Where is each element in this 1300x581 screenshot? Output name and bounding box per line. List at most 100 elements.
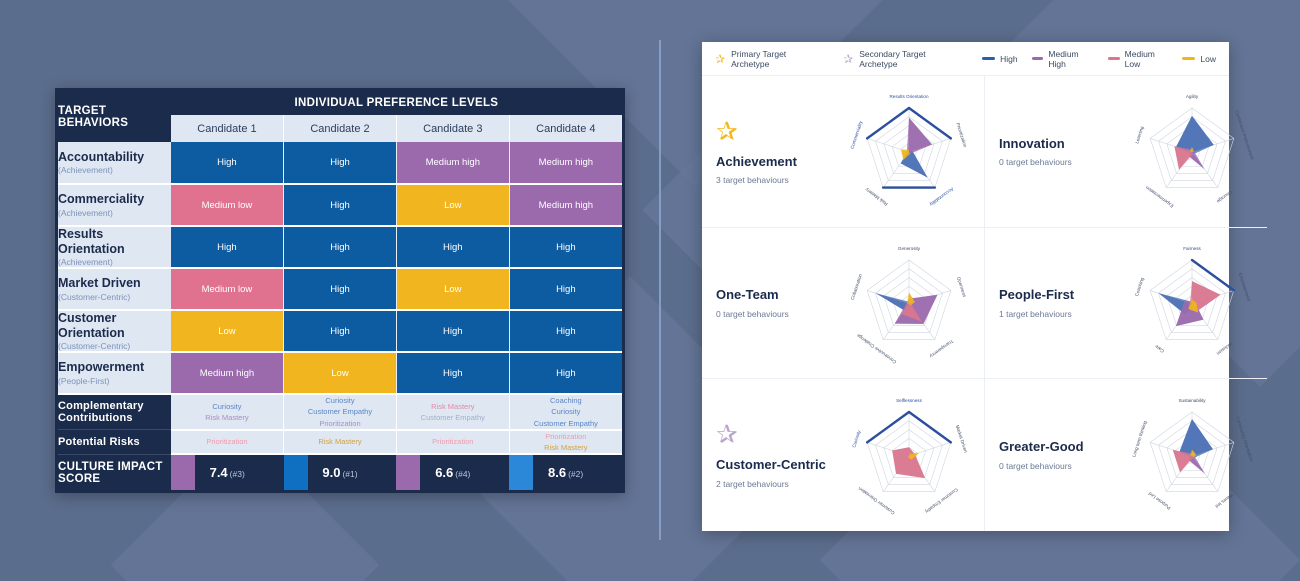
radar-container: Fairness Empowerment Inclusion Care Coaching [1117, 238, 1267, 368]
preference-level-cell[interactable]: Medium high [170, 352, 285, 395]
preference-level-cell[interactable]: Medium high [396, 142, 510, 185]
preference-level-cell[interactable]: High [509, 226, 622, 269]
table-group-header-row: TARGET BEHAVIORS INDIVIDUAL PREFERENCE L… [58, 91, 622, 142]
behavior-archetype: (Customer-Centric) [58, 291, 131, 302]
legend-level-item: Low [1182, 54, 1216, 64]
radar-target-edge [907, 410, 953, 444]
preference-level-cell[interactable]: Low [396, 268, 510, 311]
radar-axis-label: Learning [1134, 126, 1144, 145]
archetype-info: Greater-Good 0 target behaviours [999, 439, 1117, 471]
radar-axis-label: Agility [1186, 95, 1199, 100]
radar-target-edge [865, 107, 911, 140]
radar-axis-label: Courage [1216, 190, 1234, 205]
radar-container: Results Orientation Prioritization Account… [834, 86, 984, 216]
archetype-panel: ✰ Primary Target Archetype ✰ Secondary T… [702, 42, 1267, 531]
candidate-matrix-card: TARGET BEHAVIORS INDIVIDUAL PREFERENCE L… [55, 88, 625, 494]
potential-risks-label: Potential Risks [58, 429, 171, 455]
candidate-header-2[interactable]: Candidate 2 [283, 115, 397, 142]
radar-axis-label: Continuous Improvement [1234, 110, 1255, 161]
tag-text: Prioritization [545, 431, 587, 441]
score-rank-bar [170, 455, 195, 491]
culture-impact-score-cell: 9.0 (#1) [283, 454, 397, 491]
preference-level-cell[interactable]: High [509, 268, 622, 311]
radar-axis-label: Customer Orientation [857, 486, 896, 516]
archetype-info: ✰ Achievement 3 target behaviours [716, 118, 834, 186]
legend-primary-archetype: ✰ Primary Target Archetype [715, 49, 821, 69]
archetype-target-count: 3 target behaviours [716, 175, 789, 186]
archetype-cell[interactable]: Greater-Good 0 target behaviours Sustainab… [985, 379, 1267, 531]
preference-level-cell[interactable]: High [283, 268, 397, 311]
preference-level-cell[interactable]: High [396, 226, 510, 269]
complementary-contributions-cell: Risk Mastery Customer Empathy [396, 394, 510, 431]
archetype-info: One-Team 0 target behaviours [716, 287, 834, 319]
legend-level-label: High [1000, 53, 1018, 64]
preference-level-cell[interactable]: High [170, 142, 285, 185]
score-value: 6.6 [435, 465, 454, 481]
archetype-target-count: 1 target behaviours [999, 308, 1072, 319]
preference-level-cell[interactable]: Medium low [170, 268, 285, 311]
complementary-contributions-cell: Curiosity Customer Empathy Prioritization [283, 394, 397, 431]
radar-axis-label: Curiosity [851, 429, 861, 448]
radar-axis-label: Transparency [928, 338, 954, 359]
preference-level-cell[interactable]: Medium high [509, 184, 622, 227]
preference-level-cell[interactable]: High [396, 310, 510, 353]
tag-text: Risk Mastery [205, 412, 249, 422]
archetype-cell[interactable]: Innovation 0 target behaviours Agility Cont… [985, 76, 1267, 228]
behavior-name: Customer Orientation [58, 311, 125, 340]
vertical-divider [659, 40, 661, 540]
archetype-name: Customer-Centric [716, 457, 826, 473]
preference-level-cell[interactable]: High [283, 310, 397, 353]
radar-axis-label: Results Orientation [889, 95, 929, 100]
archetype-name: Innovation [999, 135, 1065, 151]
preference-level-cell[interactable]: High [283, 226, 397, 269]
candidate-header-1[interactable]: Candidate 1 [170, 115, 285, 142]
radar-chart: Selflessness Market Driven Customer Empath… [851, 398, 968, 516]
radar-axis-label: Purpose Led [1147, 491, 1171, 511]
legend-swatch [1031, 57, 1044, 60]
preference-level-cell[interactable]: High [283, 142, 397, 185]
tag-text: Customer Empathy [420, 412, 485, 422]
radar-container: Agility Continuous Improvement Courage Expe… [1117, 86, 1267, 216]
radar-container: Sustainability Community Orientation Value… [1117, 390, 1267, 520]
radar-axis-label: Accountability [928, 187, 954, 208]
radar-axis-label: Sustainability [1178, 398, 1206, 403]
archetype-cell[interactable]: People-First 1 target behaviours Fairness E… [985, 228, 1267, 380]
radar-chart: Fairness Empowerment Inclusion Care Coaching [1134, 246, 1252, 356]
meta-rows: Complementary Contributions Curiosity Risk… [58, 394, 622, 491]
archetype-name: Greater-Good [999, 439, 1084, 455]
candidate-header-4[interactable]: Candidate 4 [509, 115, 622, 142]
legend-secondary-archetype: ✰ Secondary Target Archetype [843, 49, 960, 69]
preference-level-cell[interactable]: High [170, 226, 285, 269]
preference-level-cell[interactable]: Low [170, 310, 285, 353]
radar-axis-label: Collaboration [850, 273, 863, 301]
legend-level-item: High [982, 53, 1018, 64]
archetype-target-count: 0 target behaviours [716, 308, 789, 319]
archetype-target-count: 2 target behaviours [716, 478, 789, 489]
archetype-name: Achievement [716, 153, 797, 169]
preference-level-cell[interactable]: High [283, 184, 397, 227]
behavior-name: Results Orientation [58, 227, 125, 256]
table-row: Commerciality (Achievement) Medium low High… [58, 184, 622, 227]
tag-text: Risk Mastery [544, 443, 588, 452]
preference-level-cell[interactable]: High [509, 352, 622, 395]
culture-impact-score-label: CULTURE IMPACT SCORE [58, 454, 171, 491]
archetype-cell[interactable]: ✰ Achievement 3 target behaviours Results O… [702, 76, 985, 228]
legend-level-list: High Medium High Medium Low Low [982, 49, 1216, 69]
score-rank-bar [509, 455, 534, 491]
individual-preference-levels-header: INDIVIDUAL PREFERENCE LEVELS [170, 91, 622, 115]
preference-level-cell[interactable]: Low [396, 184, 510, 227]
preference-level-cell[interactable]: Medium low [170, 184, 285, 227]
tag-text: Prioritization [206, 437, 248, 447]
legend-level-item: Medium High [1031, 49, 1094, 69]
radar-axis-label: Risk Mastery [864, 187, 889, 207]
archetype-cell[interactable]: One-Team 0 target behaviours Generosity Ope… [702, 227, 985, 380]
preference-level-cell[interactable]: High [509, 310, 622, 353]
legend-level-item: Medium Low [1107, 49, 1169, 69]
preference-level-cell[interactable]: High [396, 352, 510, 395]
candidate-header-3[interactable]: Candidate 3 [396, 115, 510, 142]
preference-level-cell[interactable]: Medium high [509, 142, 622, 185]
archetype-info: ✰ Customer-Centric 2 target behaviours [716, 421, 834, 489]
archetype-cell[interactable]: ✰ Customer-Centric 2 target behaviours Self… [702, 379, 985, 531]
archetype-info: People-First 1 target behaviours [999, 287, 1117, 319]
preference-level-cell[interactable]: Low [283, 352, 397, 395]
